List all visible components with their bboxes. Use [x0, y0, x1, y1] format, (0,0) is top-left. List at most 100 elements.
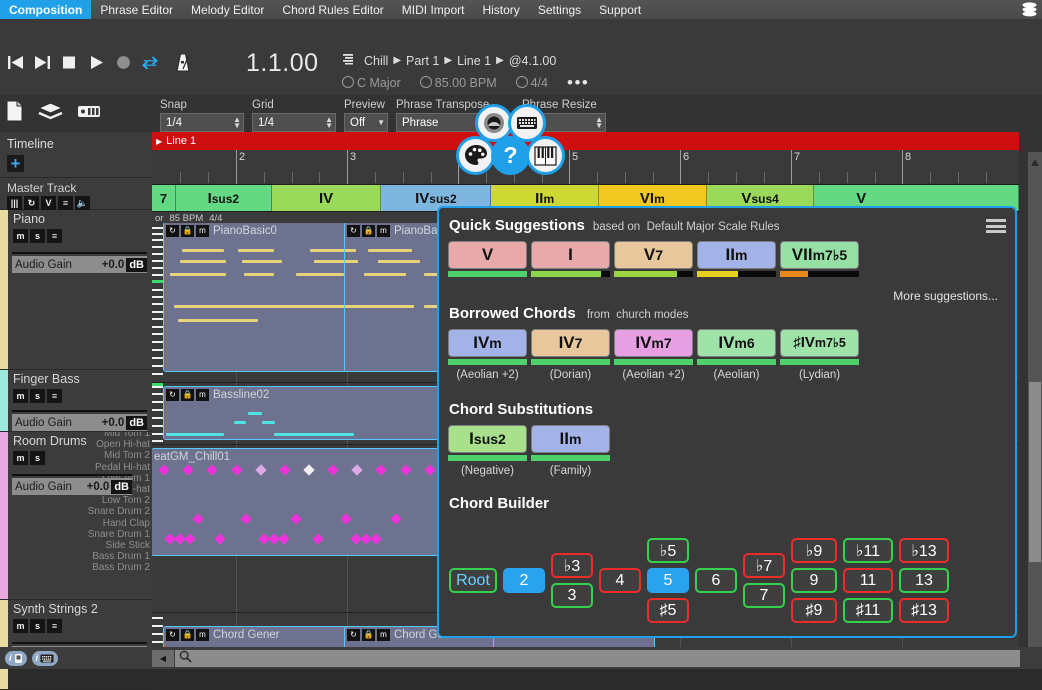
chord-button[interactable]: IIm: [697, 241, 776, 269]
midi-device-icon[interactable]: [77, 104, 101, 124]
add-track-button[interactable]: +: [7, 155, 24, 172]
borrowed-chip[interactable]: IVm (Aeolian +2): [448, 329, 527, 381]
audio-gain-slider[interactable]: Audio Gain +0.0 dB: [12, 478, 132, 495]
mute-button[interactable]: m: [13, 451, 28, 465]
chord-button[interactable]: ♯IVm7♭5: [780, 329, 859, 357]
chord-button[interactable]: IIm: [531, 425, 610, 453]
substitution-chip[interactable]: IIm (Family): [531, 425, 610, 477]
loop-icon[interactable]: ↻: [166, 388, 179, 401]
builder-b3-button[interactable]: ♭3: [551, 553, 593, 578]
forward-to-end-icon[interactable]: [33, 53, 51, 71]
solo-button[interactable]: s: [30, 229, 45, 243]
builder-s13-button[interactable]: ♯13: [899, 598, 949, 623]
spinner-icon[interactable]: ▲▼: [595, 115, 603, 129]
chord-button[interactable]: IVm6: [697, 329, 776, 357]
builder-root-button[interactable]: Root: [449, 568, 497, 593]
quick-chip[interactable]: V7: [614, 241, 693, 277]
mixer-icon[interactable]: |||: [7, 196, 22, 210]
lock-icon[interactable]: 🔒: [181, 224, 194, 237]
key-signature[interactable]: C Major: [342, 76, 401, 90]
new-document-icon[interactable]: [5, 100, 24, 127]
help-icon[interactable]: ?: [491, 136, 530, 175]
speaker-icon[interactable]: 🔈: [75, 196, 90, 210]
builder-s9-button[interactable]: ♯9: [791, 598, 837, 623]
mute-icon[interactable]: m: [377, 628, 390, 641]
solo-button[interactable]: s: [30, 451, 45, 465]
timeline-ruler[interactable]: 2 3 4 5 6 7 8: [152, 150, 1019, 185]
vertical-scrollbar[interactable]: [1028, 152, 1042, 647]
builder-s11-button[interactable]: ♯11: [843, 598, 893, 623]
lock-icon[interactable]: 🔒: [181, 388, 194, 401]
layers-icon[interactable]: [37, 101, 64, 126]
record-icon[interactable]: [114, 53, 132, 71]
chord-button[interactable]: IVm7: [614, 329, 693, 357]
builder-6-button[interactable]: 6: [695, 568, 737, 593]
loop-icon[interactable]: ↻: [347, 628, 360, 641]
builder-13-button[interactable]: 13: [899, 568, 949, 593]
loop-icon[interactable]: ↻: [166, 224, 179, 237]
chord-button[interactable]: IV7: [531, 329, 610, 357]
metronome-icon[interactable]: [174, 52, 192, 72]
track-menu-button[interactable]: ≡: [47, 389, 62, 403]
chord-button[interactable]: V: [448, 241, 527, 269]
spinner-icon[interactable]: ▲▼: [325, 115, 333, 129]
loop-icon[interactable]: ↻: [347, 224, 360, 237]
mute-icon[interactable]: m: [196, 628, 209, 641]
vertical-scroll-thumb[interactable]: [1029, 382, 1041, 562]
quick-chip[interactable]: IIm: [697, 241, 776, 277]
builder-5-button[interactable]: 5: [647, 568, 689, 593]
mute-button[interactable]: m: [13, 229, 28, 243]
mute-icon[interactable]: m: [196, 388, 209, 401]
mute-button[interactable]: m: [13, 389, 28, 403]
line-header[interactable]: ▶ Line 1: [152, 132, 1019, 150]
list-icon[interactable]: ≡: [58, 196, 73, 210]
track-menu-button[interactable]: ≡: [47, 229, 62, 243]
builder-b7-button[interactable]: ♭7: [743, 553, 785, 578]
track-header-synth-strings-2[interactable]: Synth Strings 2 m s ≡ Audio Gain +0.0 dB: [0, 600, 152, 690]
mute-button[interactable]: m: [13, 619, 28, 633]
chord-button[interactable]: V7: [614, 241, 693, 269]
quick-chip[interactable]: VIIm7♭5: [780, 241, 859, 277]
chord-button[interactable]: VIIm7♭5: [780, 241, 859, 269]
stop-icon[interactable]: [60, 53, 78, 71]
lock-icon[interactable]: 🔒: [362, 628, 375, 641]
lock-icon[interactable]: 🔒: [181, 628, 194, 641]
tab-settings[interactable]: Settings: [529, 0, 590, 19]
breadcrumb-song[interactable]: Chill: [364, 54, 388, 68]
horizontal-scrollbar[interactable]: [175, 650, 1020, 667]
preview-select[interactable]: Off ▼: [344, 113, 388, 132]
breadcrumb-part[interactable]: Part 1: [406, 54, 439, 68]
audio-gain-slider[interactable]: Audio Gain +0.0 dB: [12, 256, 147, 273]
builder-4-button[interactable]: 4: [599, 568, 641, 593]
chord-block[interactable]: 7: [152, 185, 176, 211]
search-icon[interactable]: [179, 650, 192, 668]
play-icon[interactable]: [87, 53, 105, 71]
chevron-down-icon[interactable]: ▼: [377, 118, 385, 127]
mute-icon[interactable]: m: [196, 224, 209, 237]
builder-b13-button[interactable]: ♭13: [899, 538, 949, 563]
substitution-chip[interactable]: Isus2 (Negative): [448, 425, 527, 477]
builder-3-button[interactable]: 3: [551, 583, 593, 608]
mute-icon[interactable]: m: [377, 224, 390, 237]
scroll-up-arrow-icon[interactable]: [1030, 154, 1040, 166]
solo-button[interactable]: s: [30, 389, 45, 403]
v-icon[interactable]: V: [41, 196, 56, 210]
expand-triangle-icon[interactable]: ▶: [156, 137, 162, 146]
chord-button[interactable]: IVm: [448, 329, 527, 357]
builder-b5-button[interactable]: ♭5: [647, 538, 689, 563]
audio-gain-slider[interactable]: Audio Gain +0.0 dB: [12, 414, 147, 431]
chord-button[interactable]: Isus2: [448, 425, 527, 453]
palette-icon[interactable]: [456, 136, 495, 175]
borrowed-chip[interactable]: IVm6 (Aeolian): [697, 329, 776, 381]
track-header-room-drums[interactable]: Room Drums m s Mid Tom 1 Open Hi-hat Mid…: [0, 432, 152, 600]
database-icon[interactable]: [1016, 0, 1042, 19]
rewind-to-start-icon[interactable]: [6, 53, 24, 71]
more-suggestions-link[interactable]: More suggestions...: [893, 289, 998, 303]
builder-7-button[interactable]: 7: [743, 583, 785, 608]
grid-select[interactable]: 1/4 ▲ ▼: [252, 113, 336, 132]
tab-composition[interactable]: Composition: [0, 0, 92, 19]
tab-phrase-editor[interactable]: Phrase Editor: [91, 0, 182, 19]
tab-support[interactable]: Support: [590, 0, 650, 19]
spinner-icon[interactable]: ▲▼: [233, 115, 241, 129]
solo-button[interactable]: s: [30, 619, 45, 633]
